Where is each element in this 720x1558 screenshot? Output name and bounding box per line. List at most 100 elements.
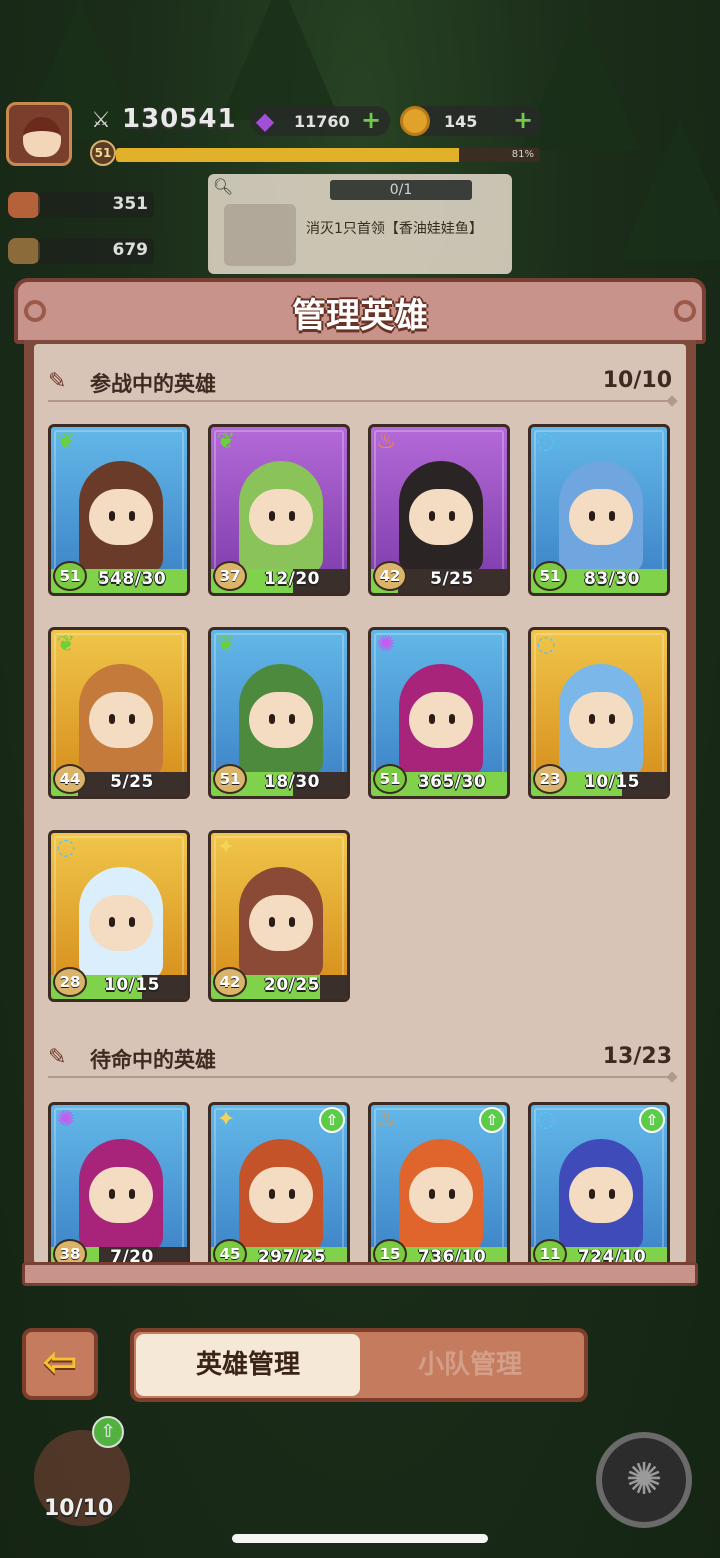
fragment-count: 5/25 [110, 772, 154, 792]
fragment-count: 10/15 [583, 772, 641, 792]
top-hud: ⚔ 130541 ◆ 11760 + 145 + 81% 51 [6, 102, 542, 166]
leaf-element-icon: ❦ [216, 429, 236, 454]
leaf-element-icon: ❦ [216, 632, 236, 657]
hero-eye [129, 1189, 135, 1199]
hero-eye [129, 917, 135, 927]
water-element-icon: ◌ [56, 835, 76, 860]
hero-level-badge: 44 [53, 764, 87, 794]
hero-card[interactable]: 12/20 37 ❦ [208, 424, 350, 596]
hero-card[interactable]: 83/30 51 ◌ [528, 424, 670, 596]
hero-level-badge: 45 [213, 1239, 247, 1264]
fragment-count: 365/30 [417, 772, 487, 792]
tab-hero-management[interactable]: 英雄管理 [136, 1334, 360, 1396]
hero-eye [449, 1189, 455, 1199]
gem-value: 11760 [294, 112, 350, 131]
player-avatar[interactable] [6, 102, 72, 166]
hero-face [249, 692, 313, 748]
hero-eye [589, 511, 595, 521]
section-label: 待命中的英雄 [90, 1048, 216, 1072]
hero-level-badge: 42 [373, 561, 407, 591]
hero-eye [269, 1189, 275, 1199]
hero-level-badge: 15 [373, 1239, 407, 1264]
upgrade-arrow-icon: ⇧ [319, 1107, 345, 1133]
fragment-count: 5/25 [430, 569, 474, 589]
hero-eye [589, 1189, 595, 1199]
hero-level-badge: 51 [53, 561, 87, 591]
fragment-count: 12/20 [263, 569, 321, 589]
quill-icon: ✎ [48, 1045, 67, 1070]
hero-eye [429, 511, 435, 521]
panel-footer [22, 1262, 698, 1286]
hero-card[interactable]: 736/10 15 ♨ ⇧ [368, 1102, 510, 1264]
fire-element-icon: ♨ [376, 429, 396, 454]
light-element-icon: ✦ [216, 1107, 236, 1132]
hero-level-badge: 23 [533, 764, 567, 794]
hero-face [569, 1167, 633, 1223]
hero-card[interactable]: 548/30 51 ❦ [48, 424, 190, 596]
section-count: 13/23 [602, 1044, 672, 1069]
hero-card[interactable]: 18/30 51 ❦ [208, 627, 350, 799]
fragment-count: 18/30 [263, 772, 321, 792]
hero-card[interactable]: 7/20 38 ✺ [48, 1102, 190, 1264]
wood-icon [8, 238, 40, 264]
hero-card[interactable]: 10/15 23 ◌ [528, 627, 670, 799]
resource-meat: 351 [8, 190, 154, 220]
water-element-icon: ◌ [536, 632, 556, 657]
power-value: 130541 [122, 104, 237, 134]
hero-face [89, 489, 153, 545]
hero-face [569, 489, 633, 545]
hero-card[interactable]: 20/25 42 ✦ [208, 830, 350, 1002]
fragment-count: 548/30 [97, 569, 167, 589]
add-coins-button[interactable]: + [512, 108, 534, 132]
void-element-icon: ✺ [56, 1107, 76, 1132]
hero-eye [289, 714, 295, 724]
fragment-count: 10/15 [103, 975, 161, 995]
hero-card[interactable]: 297/25 45 ✦ ⇧ [208, 1102, 350, 1264]
fragment-count: 83/30 [583, 569, 641, 589]
quill-icon: ✎ [48, 369, 67, 394]
hero-eye [109, 714, 115, 724]
panel-body: ✎ 参战中的英雄 10/10 ✎ 待命中的英雄 13/23 548/30 51 … [24, 340, 696, 1264]
add-gems-button[interactable]: + [360, 108, 382, 132]
gem-icon: ◆ [255, 107, 275, 135]
hero-eye [609, 1189, 615, 1199]
tab-squad-management[interactable]: 小队管理 [358, 1334, 582, 1396]
water-element-icon: ◌ [536, 429, 556, 454]
quest-task: 消灭1只首领【香油娃娃鱼】 [306, 221, 483, 237]
upgrade-arrow-icon: ⇧ [639, 1107, 665, 1133]
section-divider [48, 400, 672, 402]
section-count: 10/10 [602, 368, 672, 393]
hero-level-badge: 28 [53, 967, 87, 997]
hero-card[interactable]: 5/25 44 ❦ [48, 627, 190, 799]
player-level-badge: 51 [90, 140, 116, 166]
void-element-icon: ✺ [376, 632, 396, 657]
hero-eye [109, 511, 115, 521]
hero-eye [289, 511, 295, 521]
hero-list[interactable]: ✎ 参战中的英雄 10/10 ✎ 待命中的英雄 13/23 548/30 51 … [34, 344, 686, 1264]
hero-eye [109, 917, 115, 927]
hero-level-badge: 51 [533, 561, 567, 591]
hero-eye [609, 511, 615, 521]
coin-icon [400, 106, 430, 136]
panel-header: 管理英雄 [14, 278, 706, 344]
hero-card[interactable]: 10/15 28 ◌ [48, 830, 190, 1002]
squad-count: 10/10 [44, 1496, 114, 1521]
home-indicator[interactable] [232, 1534, 488, 1543]
hero-card[interactable]: 5/25 42 ♨ [368, 424, 510, 596]
gem-counter: ◆ 11760 + [250, 106, 390, 136]
quest-card[interactable]: 🔍︎ 0/1 消灭1只首领【香油娃娃鱼】 [208, 174, 512, 274]
hero-eye [129, 714, 135, 724]
fragment-count: 20/25 [263, 975, 321, 995]
coin-counter: 145 + [400, 106, 542, 136]
hero-card[interactable]: 724/10 11 ◌ ⇧ [528, 1102, 670, 1264]
back-button[interactable]: ⇦ [22, 1328, 98, 1400]
hero-level-badge: 51 [213, 764, 247, 794]
hero-eye [289, 1189, 295, 1199]
hero-eye [429, 714, 435, 724]
coin-value: 145 [444, 112, 478, 131]
tab-group: 英雄管理 小队管理 [130, 1328, 588, 1402]
hero-card[interactable]: 365/30 51 ✺ [368, 627, 510, 799]
light-element-icon: ✦ [216, 835, 236, 860]
meat-icon [8, 192, 40, 218]
portal-icon[interactable]: ✺ [596, 1432, 692, 1528]
